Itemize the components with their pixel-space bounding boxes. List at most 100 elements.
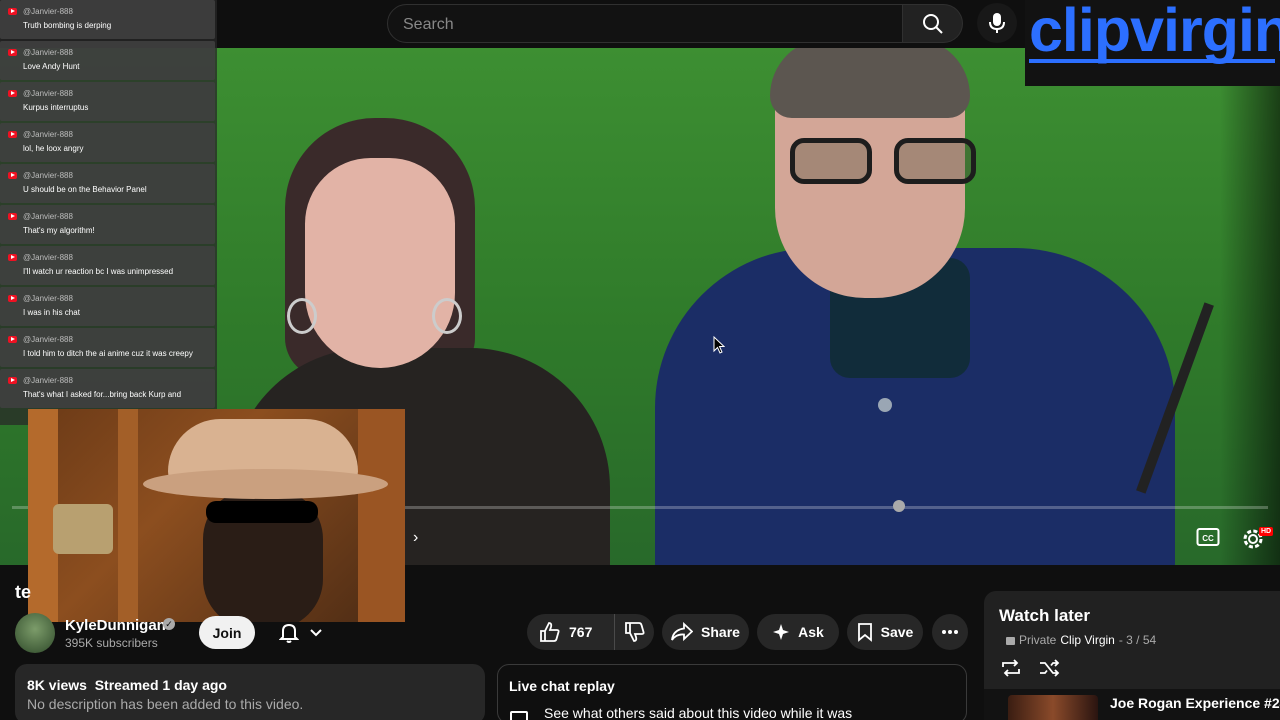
- chat-username: @Janvier-888: [23, 335, 73, 344]
- chat-username: @Janvier-888: [23, 89, 73, 98]
- video-title: te: [15, 582, 32, 602]
- search-box[interactable]: [387, 4, 903, 43]
- earring-right: [432, 298, 462, 334]
- chat-message: @Janvier-888 I'll watch ur reaction bc I …: [0, 246, 215, 285]
- chat-text: Truth bombing is derping: [23, 21, 112, 30]
- chat-text: lol, he loox angry: [23, 144, 84, 153]
- man-hair: [770, 48, 970, 118]
- youtube-icon: [8, 172, 17, 179]
- like-count: 767: [569, 624, 593, 640]
- youtube-icon: [8, 377, 17, 384]
- chat-text: Kurpus interruptus: [23, 103, 89, 112]
- playlist-item-title[interactable]: Joe Rogan Experience #243: [1110, 695, 1280, 711]
- lamp: [53, 504, 113, 554]
- playlist-owner[interactable]: Clip Virgin: [1060, 633, 1114, 647]
- save-button[interactable]: Save: [847, 614, 923, 650]
- chat-message: @Janvier-888 Truth bombing is derping: [0, 0, 215, 39]
- hd-badge: HD: [1259, 527, 1274, 536]
- watch-later-playlist: Watch later Private Clip Virgin - 3 / 54…: [984, 591, 1280, 720]
- live-chat-replay-text: See what others said about this video wh…: [544, 705, 853, 720]
- description-text: No description has been added to this vi…: [27, 696, 304, 712]
- shuffle-icon: [1040, 659, 1060, 677]
- search-input[interactable]: [403, 14, 883, 36]
- bookmark-icon: [857, 623, 872, 642]
- video-edge-shade: [1220, 48, 1280, 565]
- save-label: Save: [880, 624, 914, 640]
- thumbs-up-icon: [540, 622, 560, 642]
- watermark-text: clipvirgin: [1029, 0, 1280, 64]
- earring-left: [287, 298, 317, 334]
- like-dislike-group: 767: [527, 614, 654, 650]
- chat-text: That's what I asked for...bring back Kur…: [23, 390, 182, 399]
- chat-username: @Janvier-888: [23, 48, 73, 57]
- thumbs-down-icon: [624, 622, 644, 642]
- loop-icon: [1002, 659, 1020, 677]
- chat-message: @Janvier-888 That's what I asked for...br…: [0, 369, 215, 408]
- svg-text:CC: CC: [1202, 534, 1214, 543]
- chat-username: @Janvier-888: [23, 253, 73, 262]
- chat-text: That's my algorithm!: [23, 226, 95, 235]
- chat-text: U should be on the Behavior Panel: [23, 185, 147, 194]
- chat-message: @Janvier-888 I told him to ditch the ai a…: [0, 328, 215, 367]
- playlist-position: - 3 / 54: [1118, 633, 1157, 647]
- live-chat-replay-title: Live chat replay: [509, 678, 615, 694]
- description-box[interactable]: 8K views Streamed 1 day ago No descripti…: [15, 664, 485, 720]
- youtube-icon: [8, 49, 17, 56]
- woman-face: [305, 158, 455, 368]
- youtube-icon: [8, 254, 17, 261]
- subscription-bell-button[interactable]: [266, 616, 336, 649]
- channel-avatar[interactable]: [15, 613, 55, 653]
- chat-username: @Janvier-888: [23, 171, 73, 180]
- chat-text: I told him to ditch the ai anime cuz it …: [23, 349, 193, 358]
- more-actions-button[interactable]: [932, 614, 968, 650]
- playlist-title[interactable]: Watch later: [999, 606, 1090, 626]
- youtube-icon: [8, 131, 17, 138]
- chat-username: @Janvier-888: [23, 376, 73, 385]
- chevron-down-icon: [310, 628, 322, 636]
- share-icon: [671, 622, 694, 642]
- search-icon: [922, 13, 943, 34]
- chat-username: @Janvier-888: [23, 294, 73, 303]
- shuffle-button[interactable]: [1038, 658, 1060, 678]
- webcam-overlay: [28, 409, 405, 622]
- channel-name[interactable]: KyleDunnigan: [65, 617, 166, 634]
- loop-button[interactable]: [1000, 658, 1022, 678]
- shirt-button: [878, 398, 892, 412]
- progress-scrubber[interactable]: [893, 500, 905, 512]
- ask-label: Ask: [798, 624, 824, 640]
- playlist-meta: Private Clip Virgin - 3 / 54: [1006, 633, 1156, 647]
- search-button[interactable]: [903, 4, 963, 43]
- closed-captions-icon[interactable]: CC: [1196, 527, 1220, 547]
- verified-check-icon: ✓: [163, 618, 175, 630]
- youtube-icon: [8, 213, 17, 220]
- chat-text: I was in his chat: [23, 308, 80, 317]
- live-chat-replay-panel[interactable]: Live chat replay See what others said ab…: [497, 664, 967, 720]
- youtube-icon: [8, 8, 17, 15]
- join-button[interactable]: Join: [199, 616, 255, 649]
- like-button[interactable]: 767: [527, 614, 615, 650]
- subscriber-count: 395K subscribers: [65, 636, 158, 650]
- chat-username: @Janvier-888: [23, 7, 73, 16]
- youtube-icon: [8, 295, 17, 302]
- ask-button[interactable]: Ask: [757, 614, 839, 650]
- chat-message: @Janvier-888 I was in his chat: [0, 287, 215, 326]
- watermark-logo: clipvirgin: [1025, 0, 1280, 86]
- lock-icon: [1006, 637, 1015, 645]
- youtube-icon: [8, 336, 17, 343]
- sunglasses: [206, 501, 318, 523]
- chat-icon: [510, 711, 528, 720]
- voice-search-button[interactable]: [977, 3, 1017, 43]
- chevron-right-icon[interactable]: ›: [413, 529, 418, 547]
- microphone-icon: [989, 13, 1005, 33]
- share-button[interactable]: Share: [662, 614, 749, 650]
- dislike-button[interactable]: [615, 614, 654, 650]
- youtube-icon: [8, 90, 17, 97]
- hat-brim: [143, 469, 388, 499]
- live-chat-overlay: @Janvier-888 Truth bombing is derping @Jan…: [0, 0, 217, 425]
- playlist-item-thumbnail[interactable]: [1008, 695, 1098, 720]
- chat-message: @Janvier-888 Kurpus interruptus: [0, 82, 215, 121]
- view-count-date: 8K views Streamed 1 day ago: [27, 677, 227, 693]
- playlist-item[interactable]: Joe Rogan Experience #243: [984, 689, 1280, 720]
- chat-message: @Janvier-888 U should be on the Behavior …: [0, 164, 215, 203]
- more-horizontal-icon: [942, 630, 958, 634]
